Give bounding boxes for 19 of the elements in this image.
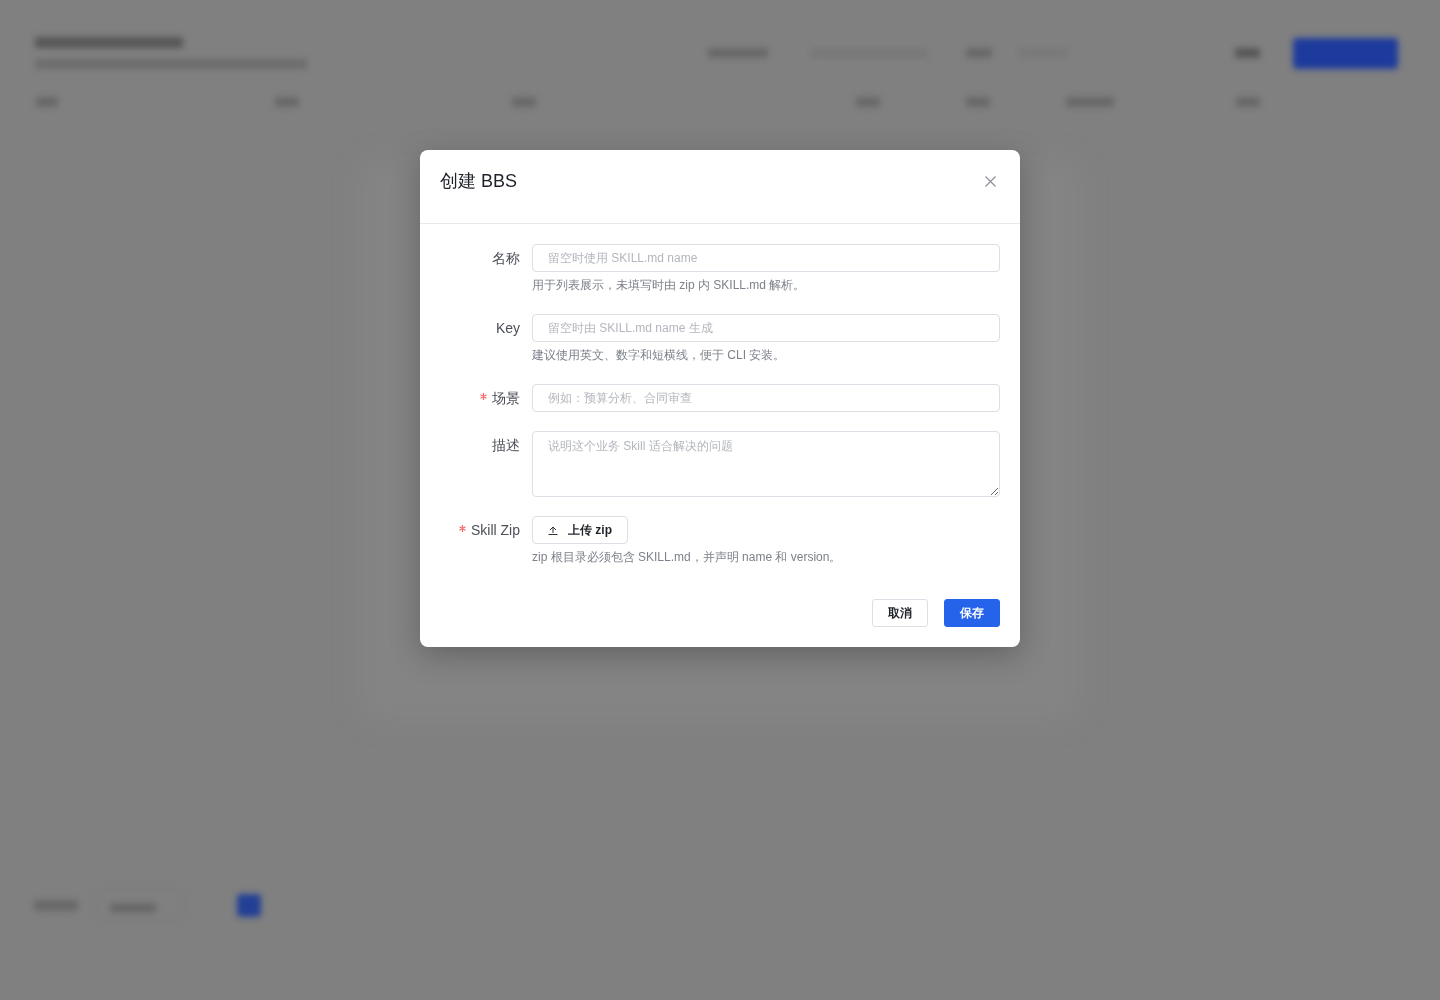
text-input[interactable]: 留空时使用 SKILL.md name <box>532 244 1000 272</box>
description-textarea[interactable]: 说明这个业务 Skill 适合解决的问题 <box>532 431 1000 497</box>
close-button[interactable] <box>982 173 998 189</box>
upload-button[interactable]: 上传 zip <box>532 516 628 544</box>
save-button[interactable]: 保存 <box>944 599 1000 627</box>
field-label: 场景 <box>492 388 520 408</box>
close-icon <box>984 175 996 187</box>
help-text: zip 根目录必须包含 SKILL.md，并声明 name 和 version。 <box>532 549 842 566</box>
field-label: 名称 <box>492 248 520 268</box>
text-input[interactable]: 留空时由 SKILL.md name 生成 <box>532 314 1000 342</box>
field-label: Skill Zip <box>471 520 520 540</box>
field-label: 描述 <box>492 435 520 455</box>
help-text: 用于列表展示，未填写时由 zip 内 SKILL.md 解析。 <box>532 277 806 294</box>
field-label: Key <box>495 318 520 338</box>
help-text: 建议使用英文、数字和短横线，便于 CLI 安装。 <box>532 347 786 364</box>
upload-icon <box>548 525 558 535</box>
cancel-button[interactable]: 取消 <box>872 599 928 627</box>
dialog-title: 创建 BBS <box>440 170 518 193</box>
text-input[interactable]: 例如：预算分析、合同审查 <box>532 384 1000 412</box>
